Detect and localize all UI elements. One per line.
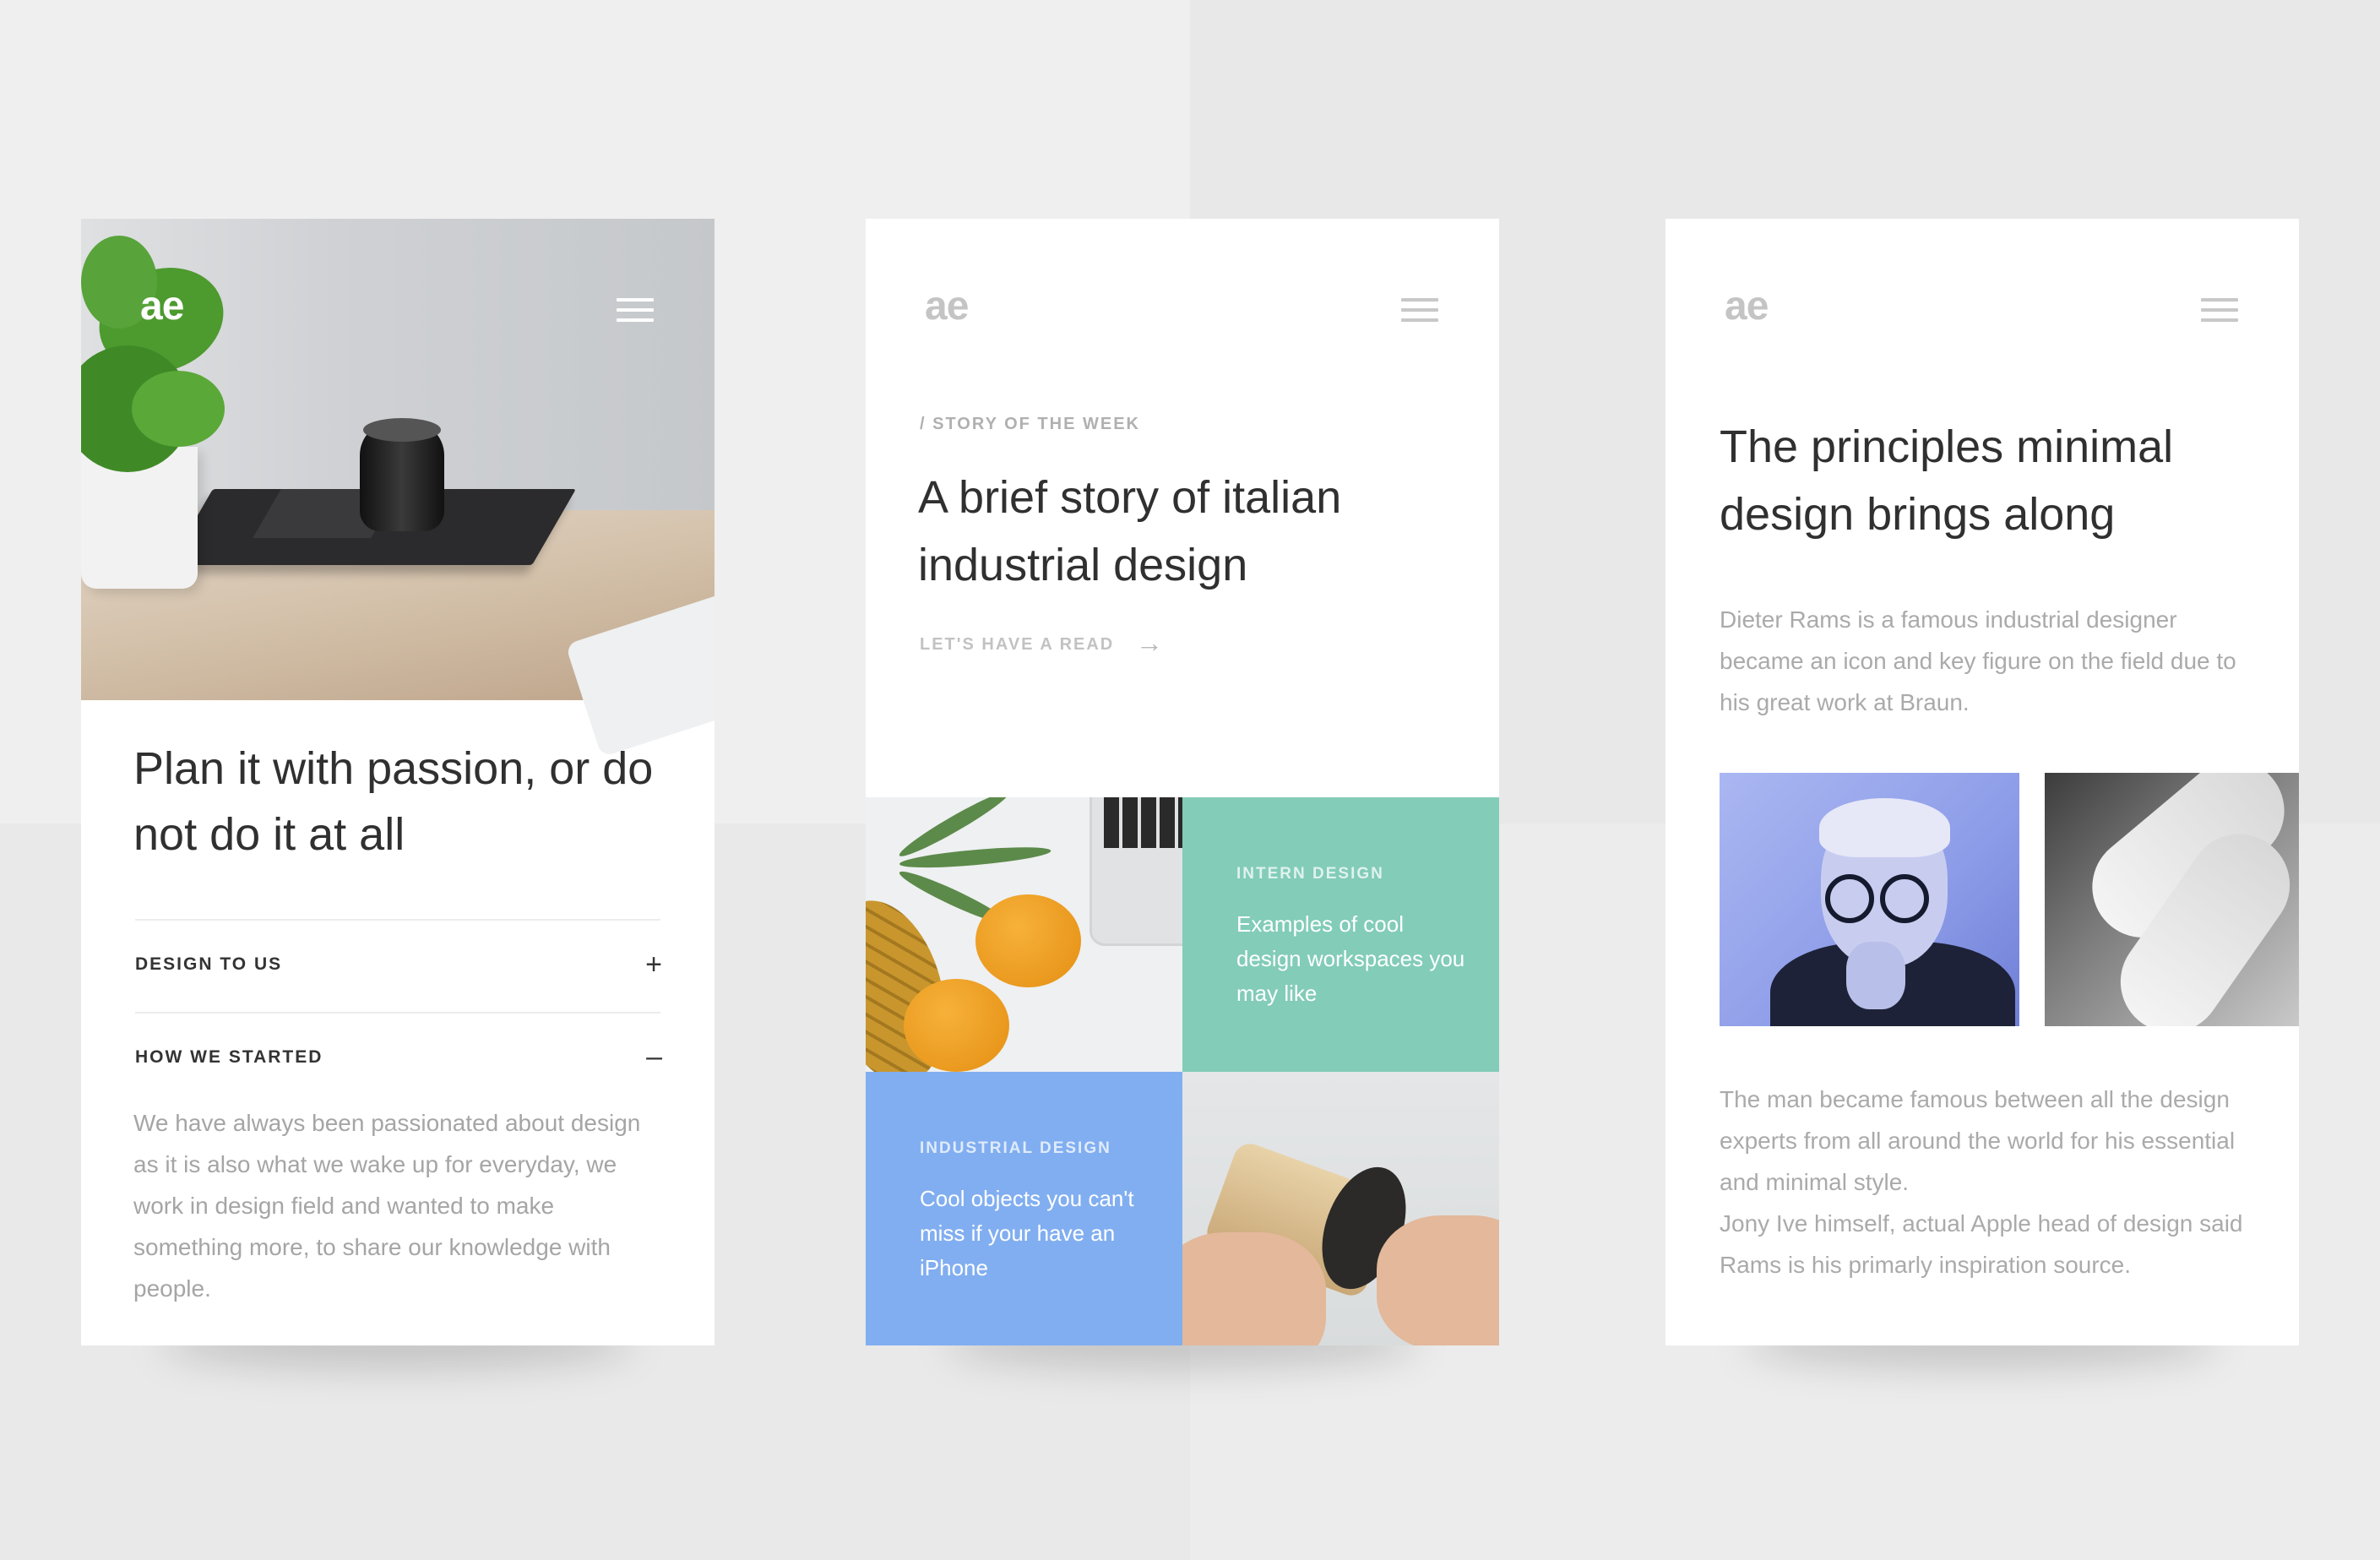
article-headline: The principles minimal design brings alo… [1720,421,2174,540]
pumpkin-image [975,894,1081,987]
read-more-link[interactable]: LET'S HAVE A READ [920,635,1114,655]
tile-kicker: INTERN DESIGN [1236,865,1384,883]
article-intro: Dieter Rams is a famous industrial desig… [1720,606,2236,715]
hamburger-menu-icon[interactable] [2201,298,2238,322]
story-headline[interactable]: A brief story of italian industrial desi… [918,464,1467,599]
tile-intern-design[interactable]: INTERN DESIGN Examples of cool design wo… [1182,797,1499,1072]
brand-logo[interactable]: ae [1725,283,1769,329]
tile-title: Cool objects you can't miss if your have… [920,1186,1134,1280]
accordion-label-design-to-us[interactable]: DESIGN TO US [135,954,282,975]
tile-title: Examples of cool design workspaces you m… [1236,911,1465,1006]
hamburger-menu-icon[interactable] [1401,298,1438,322]
hamburger-menu-icon[interactable] [617,298,654,322]
sculpture-image[interactable] [2045,773,2299,1026]
brand-logo[interactable]: ae [925,283,969,329]
article-body: Jony Ive himself, actual Apple head of d… [1720,1210,2243,1278]
portrait-image[interactable] [1720,773,2019,1026]
pumpkin-image [904,979,1009,1072]
tile-kicker: INDUSTRIAL DESIGN [920,1139,1111,1157]
divider [135,919,660,921]
hand-image [1377,1215,1499,1345]
plus-icon[interactable]: + [645,950,662,979]
mobile-screen-stories: ae / STORY OF THE WEEK A brief story of … [866,219,1499,1345]
article-body: The man became famous between all the de… [1720,1086,2236,1195]
arrow-right-icon[interactable]: → [1136,628,1163,659]
tile-industrial-design[interactable]: INDUSTRIAL DESIGN Cool objects you can't… [866,1072,1182,1345]
divider [135,1012,660,1014]
mobile-screen-article: ae The principles minimal design brings … [1665,219,2299,1345]
section-kicker: / STORY OF THE WEEK [920,415,1140,433]
tile-image-fruits[interactable] [866,797,1182,1072]
hand-image [1182,1232,1326,1345]
page-headline: Plan it with passion, or do not do it at… [133,743,654,860]
accordion-body-text: We have always been passionated about de… [133,1110,641,1302]
brand-logo[interactable]: ae [140,283,184,329]
mobile-screen-about: ae Plan it with passion, or do not do it… [81,219,715,1345]
minus-icon[interactable]: – [646,1042,662,1071]
accordion-label-how-we-started[interactable]: HOW WE STARTED [135,1047,323,1068]
tile-image-gadget[interactable] [1182,1072,1499,1345]
